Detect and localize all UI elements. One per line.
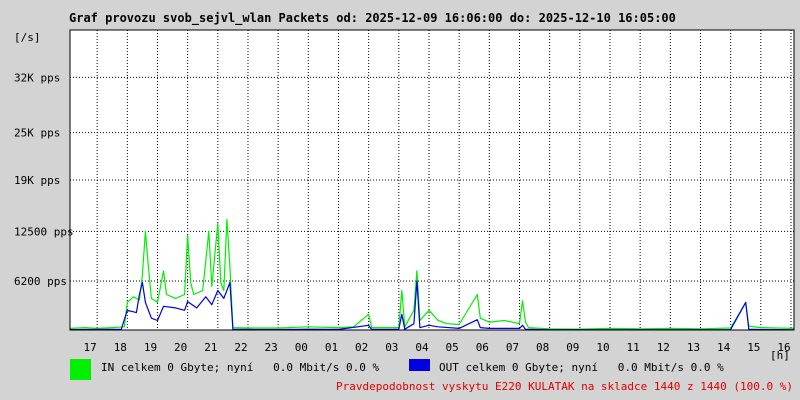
x-tick-label: 08: [536, 341, 549, 354]
x-tick-label: 23: [265, 341, 278, 354]
x-tick-label: 02: [355, 341, 368, 354]
y-tick-label: 12500 pps: [14, 225, 74, 238]
x-tick-label: 07: [506, 341, 519, 354]
x-tick-label: 21: [204, 341, 217, 354]
x-tick-label: 13: [687, 341, 700, 354]
traffic-chart: Graf provozu svob_sejvl_wlan Packets od:…: [14, 11, 795, 393]
x-tick-label: 06: [476, 341, 489, 354]
y-ticks: 6200 pps 12500 pps 19K pps 25K pps 32K pps: [14, 71, 74, 288]
x-tick-label: 05: [446, 341, 459, 354]
x-tick-label: 01: [325, 341, 338, 354]
x-axis-unit: [h]: [770, 349, 790, 362]
x-tick-label: 04: [415, 341, 429, 354]
y-tick-label: 19K pps: [14, 174, 60, 187]
x-tick-label: 03: [385, 341, 398, 354]
x-tick-label: 20: [174, 341, 187, 354]
x-tick-label: 00: [295, 341, 308, 354]
legend-out-label: OUT celkem 0 Gbyte; nyní 0.0 Mbit/s 0.0 …: [439, 361, 724, 374]
legend-out-swatch: [409, 359, 430, 371]
y-tick-label: 25K pps: [14, 127, 60, 140]
x-tick-label: 15: [747, 341, 760, 354]
x-tick-label: 10: [596, 341, 609, 354]
x-tick-label: 12: [657, 341, 670, 354]
x-tick-label: 19: [144, 341, 157, 354]
x-tick-label: 11: [627, 341, 640, 354]
x-tick-label: 18: [114, 341, 127, 354]
x-tick-label: 17: [84, 341, 97, 354]
chart-title: Graf provozu svob_sejvl_wlan Packets od:…: [69, 11, 676, 26]
x-ticks: 17 18 19 20 21 22 23 00 01 02 03 04 05 06 07 08 09 10 11 12…: [84, 341, 791, 354]
footer-note: Pravdepodobnost vyskytu E220 KULATAK na …: [336, 380, 793, 393]
x-tick-label: 14: [717, 341, 731, 354]
x-tick-label: 22: [234, 341, 247, 354]
legend-in-label: IN celkem 0 Gbyte; nyní 0.0 Mbit/s 0.0 %: [101, 361, 380, 374]
x-tick-label: 09: [566, 341, 579, 354]
y-tick-label: 32K pps: [14, 71, 60, 84]
y-tick-label: 6200 pps: [14, 275, 67, 288]
legend-in-swatch: [70, 359, 91, 380]
y-axis-unit: [/s]: [14, 31, 41, 44]
